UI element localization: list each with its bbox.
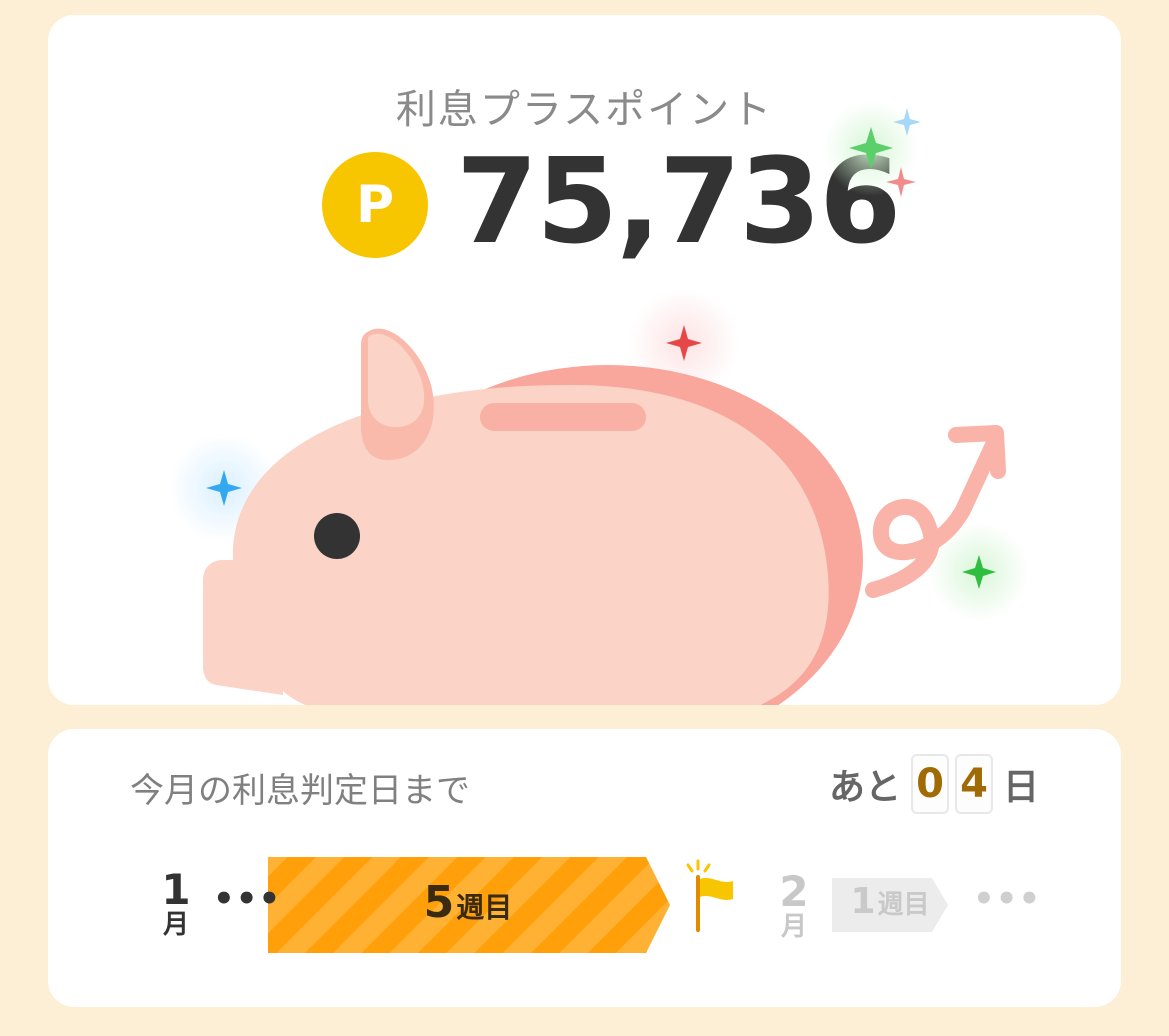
flag-icon — [686, 859, 733, 932]
next-week-unit: 週目 — [877, 890, 930, 920]
next-month-number: 2 — [779, 867, 809, 916]
pig-eye — [314, 513, 360, 559]
current-week-unit: 週目 — [456, 891, 513, 924]
pig-coin-slot — [480, 403, 646, 431]
current-month-unit: 月 — [162, 910, 189, 940]
pig-snout — [203, 560, 283, 695]
piggy-bank-illustration — [169, 100, 1029, 705]
current-week-label: 5 週目 — [268, 877, 668, 928]
next-month: 2 月 — [774, 871, 814, 942]
week-timeline — [268, 857, 948, 953]
next-week-number: 1 — [850, 881, 876, 922]
points-card: 利息プラスポイント P 75,736 — [48, 15, 1121, 705]
countdown-card: 今月の利息判定日まで あと 0 4 日 1 月 ••• 5 週目 2 月 1 週… — [48, 729, 1121, 1007]
ellipsis-after: ••• — [973, 879, 1042, 919]
next-month-unit: 月 — [780, 912, 807, 942]
next-week-label: 1 週目 — [832, 881, 948, 922]
current-month-number: 1 — [161, 865, 191, 914]
current-week-number: 5 — [423, 877, 455, 928]
current-month: 1 月 — [156, 869, 196, 940]
